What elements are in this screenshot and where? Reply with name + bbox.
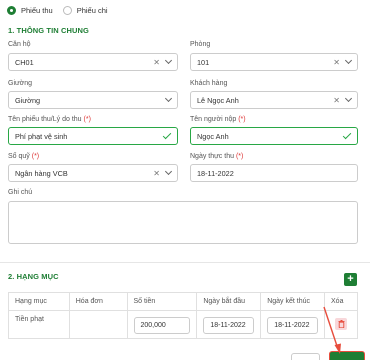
end-date-cell: 18-11-2022 [260, 310, 326, 339]
required-marker: (*) [235, 153, 244, 160]
bed-select[interactable]: Giường [8, 91, 178, 109]
start-date-input[interactable]: 18-11-2022 [203, 317, 255, 334]
chevron-down-icon[interactable] [344, 56, 353, 65]
note-label: Ghi chú [8, 189, 33, 196]
chevron-down-icon[interactable] [344, 94, 353, 103]
section-title-items: 2. HẠNG MỤC [8, 272, 59, 281]
fund-value: Ngân hàng VCB [15, 168, 68, 178]
fund-label: Sổ quỹ (*) [8, 153, 39, 160]
radio-payment-label: Phiếu chi [76, 5, 108, 15]
fund-label-text: Sổ quỹ [8, 153, 30, 160]
check-icon [342, 130, 352, 140]
radio-unchecked-icon[interactable] [62, 5, 72, 15]
receipt-name-label: Tên phiếu thu/Lý do thu (*) [8, 116, 91, 123]
actual-date-label-text: Ngày thực thu [190, 153, 234, 160]
section-title-general: 1. THÔNG TIN CHUNG [8, 26, 89, 35]
start-date-cell: 18-11-2022 [196, 310, 262, 339]
actual-date-label: Ngày thực thu (*) [190, 153, 243, 160]
end-date-input[interactable]: 18-11-2022 [267, 317, 319, 334]
bed-label: Giường [8, 80, 33, 87]
required-marker: (*) [238, 116, 246, 123]
payer-name-label: Tên người nộp (*) [190, 116, 246, 123]
column-header-amount: Số tiền [126, 292, 198, 311]
clear-icon[interactable]: ✕ [153, 58, 160, 67]
column-header-category: Hạng mục [8, 292, 70, 311]
receipt-name-label-text: Tên phiếu thu/Lý do thu [8, 116, 82, 123]
radio-checked-icon[interactable] [7, 5, 16, 15]
clear-icon[interactable]: ✕ [333, 96, 340, 105]
customer-value: Lê Ngọc Anh [197, 95, 239, 105]
required-marker: (*) [31, 153, 40, 160]
actual-date-value: 18-11-2022 [197, 168, 234, 178]
bed-value: Giường [15, 95, 41, 105]
chevron-down-icon[interactable] [164, 167, 173, 176]
add-item-button[interactable]: + [344, 273, 357, 286]
amount-input[interactable]: 200,000 [133, 317, 191, 334]
table-row: Tiền phạt 200,000 18-11-2022 18-11-2022 [8, 310, 358, 339]
radio-payment[interactable]: Phiếu chi [62, 5, 108, 15]
apartment-value: CH01 [15, 57, 34, 67]
receipt-type-radio-group: Phiếu thu Phiếu chi [7, 4, 118, 16]
payer-name-value: Ngọc Anh [197, 131, 229, 141]
room-value: 101 [197, 57, 210, 67]
note-textarea[interactable] [8, 201, 358, 244]
receipt-form: Phiếu thu Phiếu chi 1. THÔNG TIN CHUNG C… [0, 0, 370, 360]
clear-icon[interactable]: ✕ [333, 58, 340, 67]
check-icon [162, 130, 172, 140]
section-divider [0, 262, 370, 263]
table-header-row: Hạng mục Hóa đơn Số tiền Ngày bắt đầu Ng… [8, 292, 358, 311]
payer-name-input[interactable]: Ngọc Anh [190, 127, 358, 145]
radio-receipt-label: Phiếu thu [21, 5, 53, 15]
fund-select[interactable]: Ngân hàng VCB ✕ [8, 164, 178, 182]
delete-row-button[interactable] [335, 318, 347, 330]
apartment-label: Căn hộ [8, 41, 31, 48]
amount-cell: 200,000 [126, 310, 198, 339]
items-table: Hạng mục Hóa đơn Số tiền Ngày bắt đầu Ng… [8, 292, 358, 339]
column-header-end-date: Ngày kết thúc [260, 292, 326, 311]
category-cell: Tiền phạt [8, 310, 70, 339]
clear-icon[interactable]: ✕ [153, 169, 160, 178]
close-button[interactable] [291, 353, 320, 360]
receipt-name-value: Phí phạt vệ sinh [15, 131, 68, 141]
chevron-down-icon[interactable] [164, 94, 173, 103]
chevron-down-icon[interactable] [164, 56, 173, 65]
apartment-select[interactable]: CH01 ✕ [8, 53, 178, 71]
delete-cell [324, 310, 358, 339]
customer-label: Khách hàng [190, 80, 228, 87]
room-select[interactable]: 101 ✕ [190, 53, 358, 71]
required-marker: (*) [83, 116, 91, 123]
radio-receipt[interactable]: Phiếu thu [7, 5, 53, 15]
customer-select[interactable]: Lê Ngọc Anh ✕ [190, 91, 358, 109]
save-button[interactable] [329, 351, 365, 360]
invoice-cell [68, 310, 128, 339]
receipt-name-input[interactable]: Phí phạt vệ sinh [8, 127, 178, 145]
trash-icon [338, 320, 344, 328]
payer-name-label-text: Tên người nộp [190, 116, 237, 123]
column-header-start-date: Ngày bắt đầu [196, 292, 262, 311]
actual-date-input[interactable]: 18-11-2022 [190, 164, 358, 182]
room-label: Phòng [190, 41, 211, 48]
column-header-delete: Xóa [324, 292, 358, 311]
column-header-invoice: Hóa đơn [68, 292, 128, 311]
